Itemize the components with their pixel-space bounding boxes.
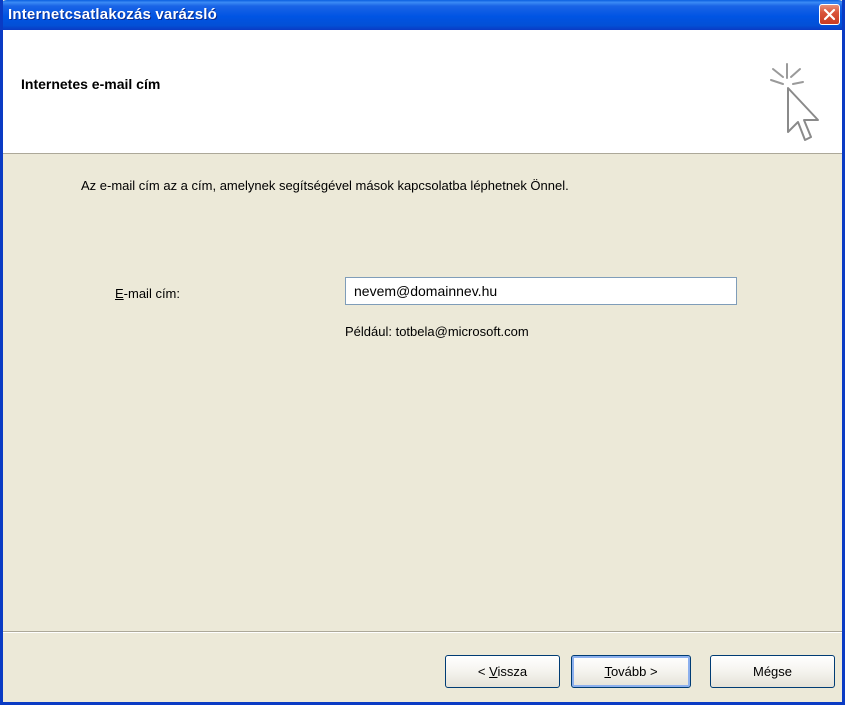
close-icon: [823, 8, 836, 21]
back-label-rest: issza: [497, 664, 528, 679]
wizard-cursor-icon: [770, 63, 819, 141]
window-title: Internetcsatlakozás varázsló: [8, 6, 218, 23]
example-text: Például: totbela@microsoft.com: [345, 324, 529, 339]
title-bar[interactable]: Internetcsatlakozás varázsló: [3, 0, 842, 30]
next-label-rest: ovább >: [610, 664, 658, 679]
close-button[interactable]: [819, 4, 840, 25]
back-button[interactable]: < Vissza: [445, 655, 560, 688]
back-prefix: <: [477, 664, 490, 679]
intro-text: Az e-mail cím az a cím, amelynek segítsé…: [81, 178, 569, 193]
page-title: Internetes e-mail cím: [21, 76, 161, 92]
header-panel: Internetes e-mail cím: [3, 30, 842, 154]
back-mnemonic: V: [489, 664, 498, 679]
email-label-mnemonic: E: [115, 286, 124, 301]
cancel-button[interactable]: Mégse: [710, 655, 835, 688]
wizard-window: Internetcsatlakozás varázsló Internetes …: [0, 0, 845, 705]
email-label: E-mail cím:: [115, 286, 180, 301]
footer-divider: [3, 631, 842, 633]
email-label-rest: -mail cím:: [123, 286, 181, 301]
next-button[interactable]: Tovább >: [571, 655, 691, 688]
email-field[interactable]: [345, 277, 737, 305]
